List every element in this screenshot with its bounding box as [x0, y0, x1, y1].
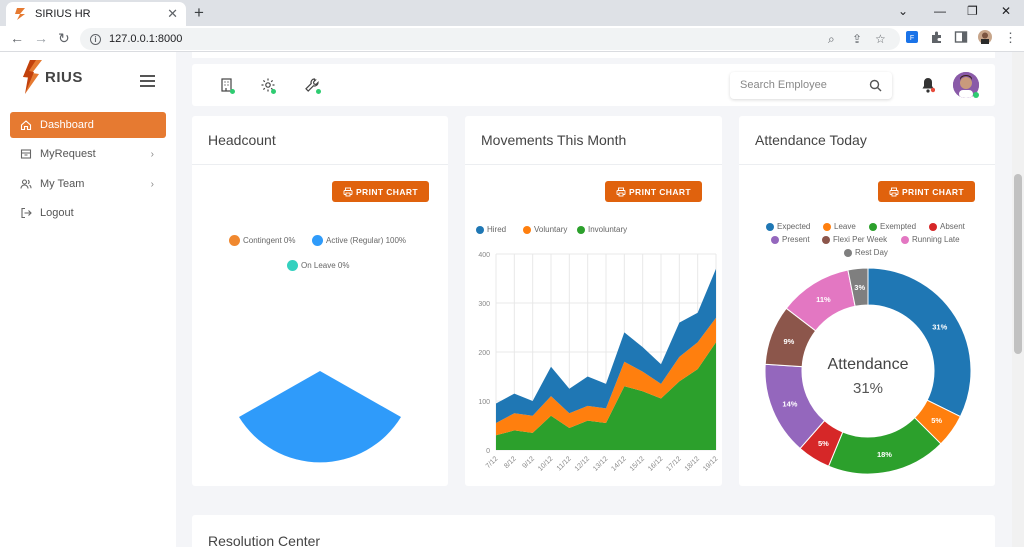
tab-title: SIRIUS HR — [35, 8, 91, 20]
sidebar-item-logout[interactable]: Logout — [10, 200, 166, 226]
x-tick-label: 15/12 — [629, 455, 646, 472]
movements-area-chart: 0 100 200 300 400 7/12 8/12 9/12 10/12 11/12 12/12… — [478, 252, 719, 473]
svg-text:F: F — [910, 35, 914, 42]
y-tick-label: 300 — [478, 301, 490, 308]
x-tick-label: 10/12 — [537, 455, 554, 472]
home-icon — [20, 120, 32, 131]
browser-menu-icon[interactable]: ⋮ — [1004, 30, 1017, 46]
sidebar-item-label: MyRequest — [40, 148, 96, 160]
sidebar-item-dashboard[interactable]: Dashboard — [10, 112, 166, 138]
close-tab-icon[interactable]: ✕ — [167, 6, 178, 22]
status-dot — [230, 89, 235, 94]
sirius-favicon-icon — [15, 8, 25, 20]
close-window-icon[interactable]: ✕ — [1001, 4, 1011, 18]
share-icon[interactable]: ⇪ — [852, 32, 862, 46]
x-tick-label: 13/12 — [592, 455, 609, 472]
slice-label: 3% — [854, 283, 865, 292]
bookmark-star-icon[interactable]: ☆ — [875, 32, 886, 46]
address-bar[interactable]: i 127.0.0.1:8000 ⌕ ⇪ ☆ — [80, 28, 900, 50]
x-tick-label: 18/12 — [684, 455, 701, 472]
address-toolbar: ← → ↻ i 127.0.0.1:8000 ⌕ ⇪ ☆ F ⋮ — [0, 26, 1024, 52]
browser-tab[interactable]: SIRIUS HR ✕ — [6, 2, 186, 26]
x-tick-label: 8/12 — [503, 455, 518, 470]
search-employee-input[interactable]: Search Employee — [730, 72, 892, 99]
movements-card: Movements This Month PRINT CHART Hired V… — [465, 116, 722, 486]
donut-center-label: Attendance — [828, 356, 909, 373]
slice-label: 14% — [782, 399, 797, 408]
chevron-down-icon[interactable]: ⌄ — [898, 4, 908, 18]
attendance-card: Attendance Today PRINT CHART Expected Lea… — [739, 116, 995, 486]
sidebar-item-label: Dashboard — [40, 119, 94, 131]
status-dot — [316, 89, 321, 94]
scrollbar-thumb[interactable] — [1014, 174, 1022, 354]
status-dot — [271, 89, 276, 94]
sirius-logo[interactable]: RIUS — [22, 60, 83, 94]
donut-slice-expected[interactable] — [867, 267, 972, 418]
sidebar-item-my-team[interactable]: My Team › — [10, 171, 166, 197]
search-icon[interactable] — [869, 79, 882, 92]
zoom-icon[interactable]: ⌕ — [828, 32, 835, 47]
scrolled-card-edge — [192, 52, 995, 58]
online-status-dot — [973, 92, 979, 98]
y-tick-label: 200 — [478, 350, 490, 357]
slice-label: 9% — [783, 337, 794, 346]
slice-label: 31% — [932, 322, 947, 331]
chevron-right-icon: › — [150, 178, 154, 190]
profile-avatar-icon[interactable] — [978, 30, 992, 44]
url-text: 127.0.0.1:8000 — [109, 33, 183, 45]
x-tick-label: 16/12 — [647, 455, 664, 472]
donut-center-value: 31% — [853, 380, 883, 397]
attendance-donut-chart: 31% 5% 18% 5% 14% 9% 11% 3% Attendance 31% — [764, 267, 972, 475]
sidebar-item-myrequest[interactable]: MyRequest › — [10, 141, 166, 167]
restore-icon[interactable]: ❐ — [967, 4, 978, 18]
search-placeholder: Search Employee — [740, 79, 827, 91]
new-tab-icon[interactable]: + — [194, 3, 204, 23]
slice-label: 18% — [877, 450, 892, 459]
sidebar-item-label: Logout — [40, 207, 74, 219]
puzzle-icon[interactable] — [930, 30, 944, 44]
minimize-icon[interactable]: — — [934, 4, 946, 18]
headcount-card: Headcount PRINT CHART Contingent 0% Acti… — [192, 116, 448, 486]
site-info-icon[interactable]: i — [90, 33, 101, 45]
slice-label: 5% — [818, 439, 829, 448]
bell-icon[interactable] — [921, 77, 935, 93]
sirius-logo-mark-icon — [23, 60, 42, 94]
y-tick-label: 100 — [478, 399, 490, 406]
browser-tab-bar: SIRIUS HR ✕ + ⌄ — ❐ ✕ — [0, 0, 1024, 26]
y-tick-label: 400 — [478, 252, 490, 259]
logout-icon — [21, 207, 32, 219]
users-icon — [20, 179, 32, 189]
chevron-right-icon: › — [150, 148, 154, 160]
headcount-pie-chart — [239, 371, 401, 463]
x-tick-label: 9/12 — [521, 455, 536, 470]
sidebar-item-label: My Team — [40, 178, 85, 190]
slice-label: 11% — [816, 295, 831, 304]
x-tick-label: 12/12 — [574, 455, 591, 472]
resolution-center-card: Resolution Center — [192, 515, 995, 555]
x-tick-label: 19/12 — [702, 455, 719, 472]
inbox-icon — [20, 149, 32, 159]
forward-icon[interactable]: → — [34, 30, 48, 46]
pie-slice-active-regular[interactable] — [239, 371, 401, 463]
slice-label: 5% — [931, 416, 942, 425]
y-tick-label: 0 — [486, 448, 490, 455]
reload-icon[interactable]: ↻ — [58, 30, 70, 47]
hamburger-menu-icon[interactable] — [140, 75, 155, 90]
side-panel-icon[interactable] — [954, 30, 968, 44]
x-tick-label: 17/12 — [665, 455, 682, 472]
x-tick-label: 14/12 — [610, 455, 627, 472]
x-tick-label: 11/12 — [556, 455, 573, 472]
logo-text: RIUS — [45, 68, 83, 86]
back-icon[interactable]: ← — [10, 30, 24, 46]
x-tick-label: 7/12 — [485, 455, 500, 470]
extension-icon[interactable]: F — [905, 30, 919, 44]
